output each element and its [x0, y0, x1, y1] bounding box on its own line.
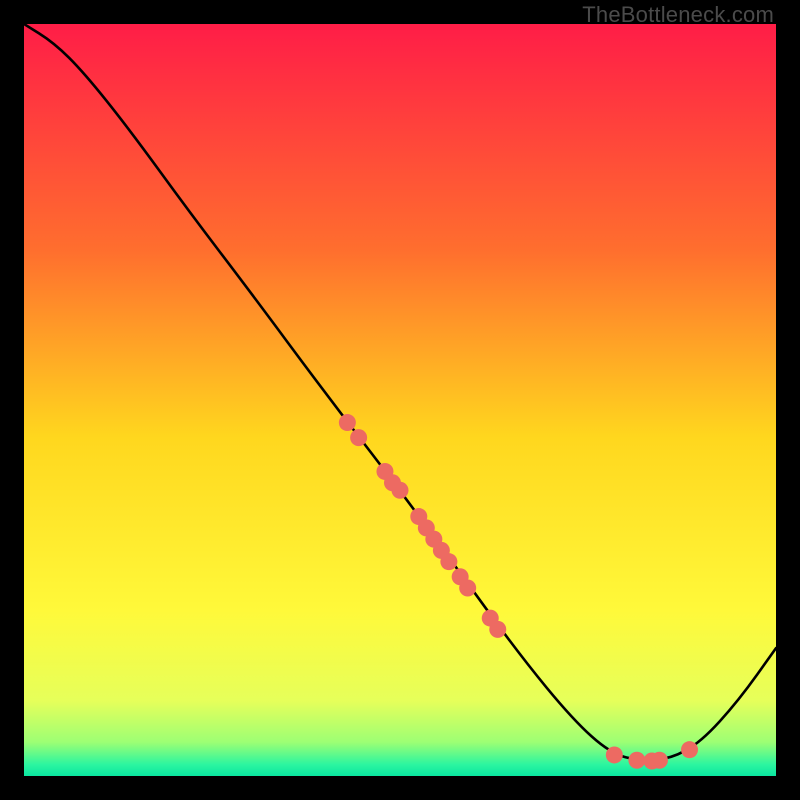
data-marker [606, 746, 623, 763]
watermark-text: TheBottleneck.com [582, 2, 774, 28]
data-marker [459, 580, 476, 597]
data-marker [392, 482, 409, 499]
gradient-background [24, 24, 776, 776]
chart-svg [24, 24, 776, 776]
data-marker [651, 752, 668, 769]
data-marker [489, 621, 506, 638]
chart-frame [24, 24, 776, 776]
data-marker [681, 741, 698, 758]
data-marker [440, 553, 457, 570]
data-marker [339, 414, 356, 431]
data-marker [350, 429, 367, 446]
data-marker [628, 752, 645, 769]
